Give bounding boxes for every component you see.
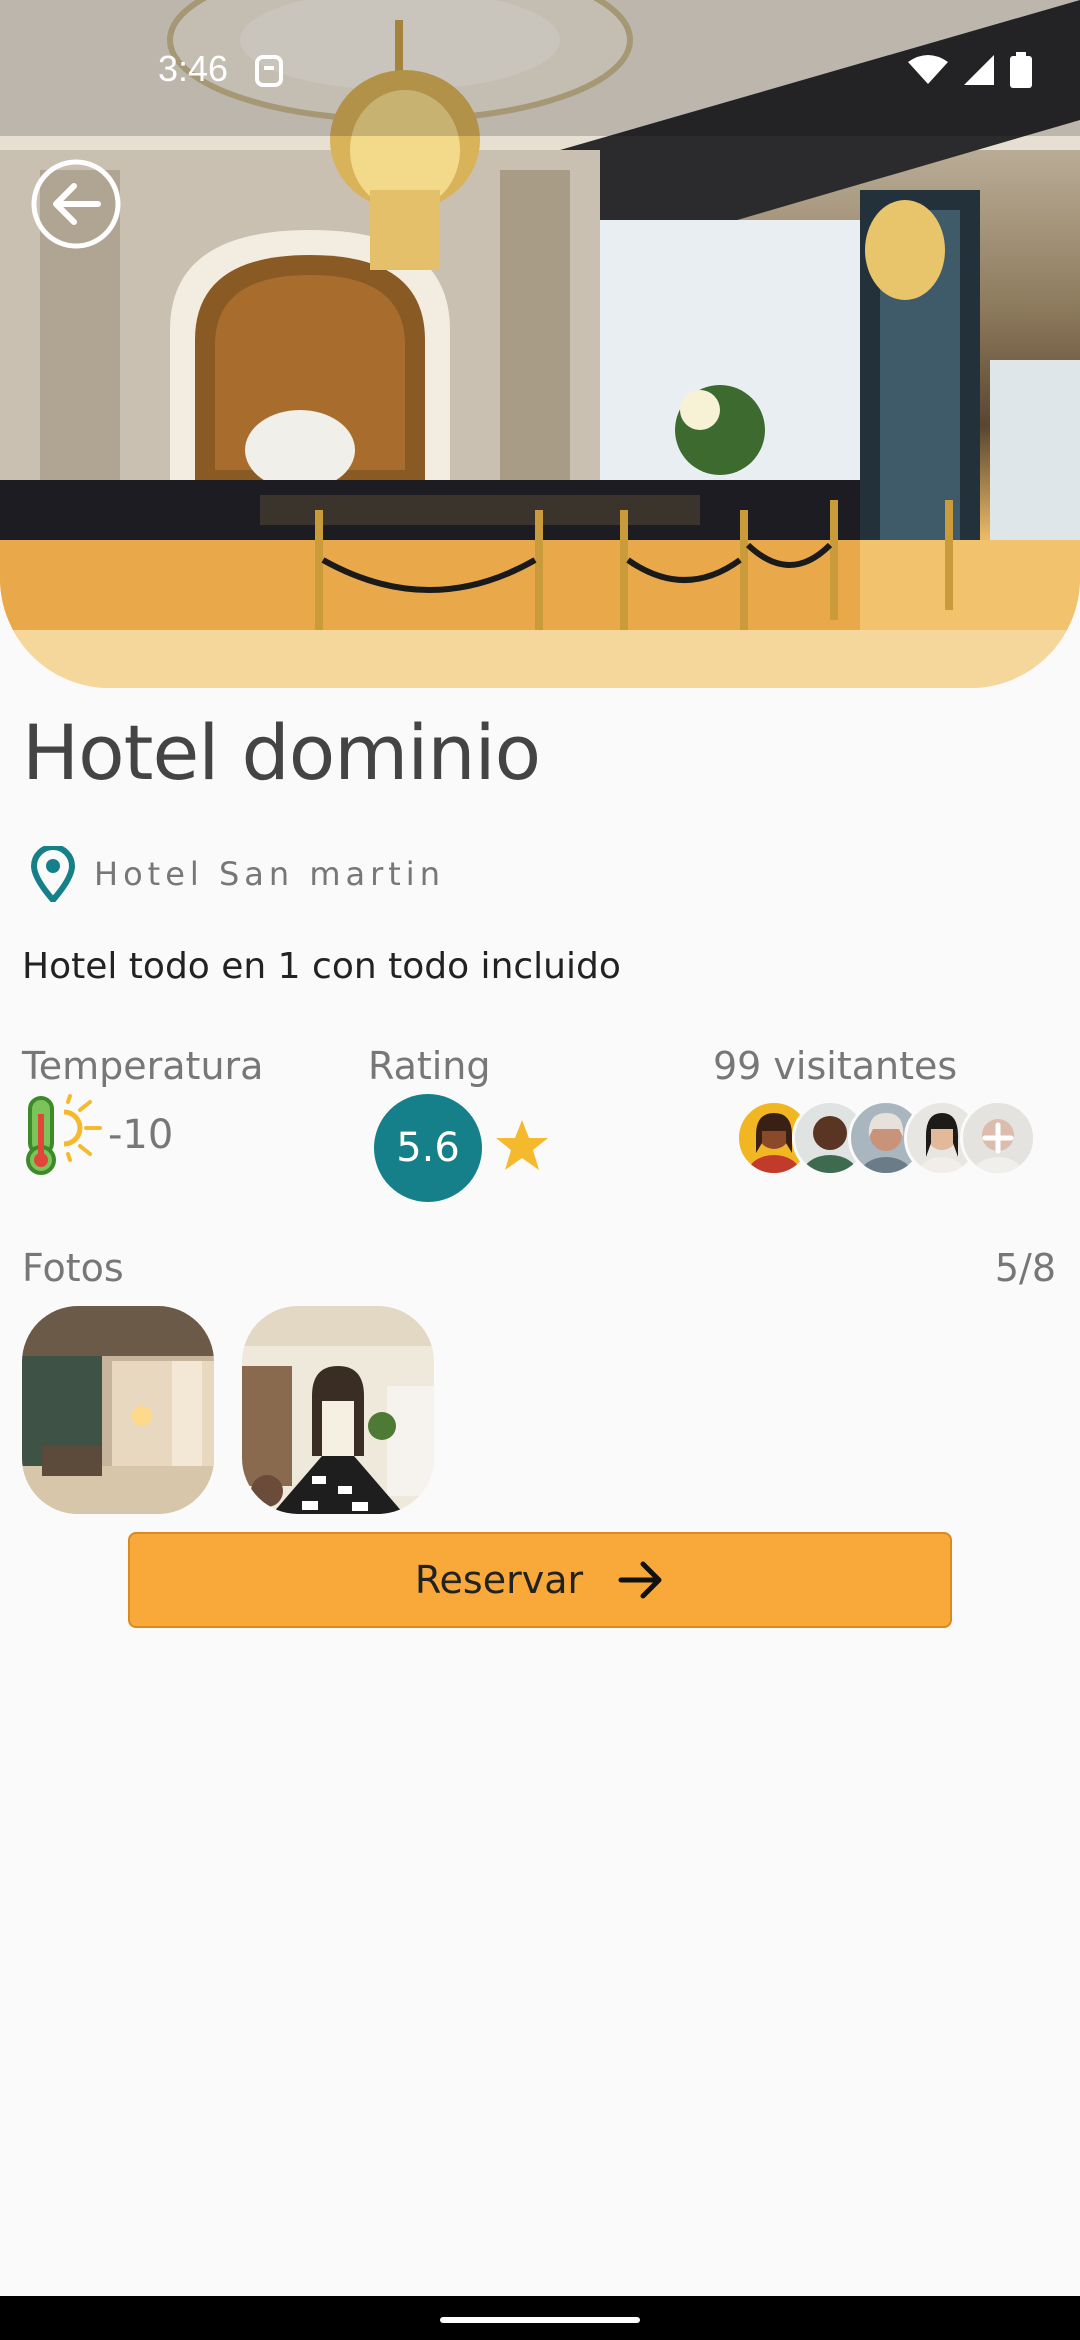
status-bar: 3:46 bbox=[0, 0, 1080, 140]
location-row: Hotel San martin bbox=[30, 846, 445, 902]
location-label: Hotel San martin bbox=[94, 855, 445, 893]
visitors-label: 99 visitantes bbox=[713, 1044, 958, 1088]
photos-label: Fotos bbox=[22, 1246, 124, 1290]
wifi-icon bbox=[908, 55, 948, 84]
rating-badge: 5.6 bbox=[374, 1094, 482, 1202]
visitor-avatars[interactable] bbox=[736, 1100, 1036, 1176]
temperature-value: -10 bbox=[108, 1112, 174, 1158]
battery-icon bbox=[1010, 52, 1032, 88]
rating-label: Rating bbox=[368, 1044, 491, 1088]
thermometer-sun-icon bbox=[26, 1094, 102, 1175]
reserve-label: Reservar bbox=[414, 1558, 584, 1602]
hotel-description: Hotel todo en 1 con todo incluido bbox=[22, 946, 621, 987]
back-button[interactable] bbox=[30, 158, 122, 250]
hotel-title: Hotel dominio bbox=[22, 708, 541, 797]
temperature-label: Temperatura bbox=[22, 1044, 264, 1088]
status-time: 3:46 bbox=[158, 48, 229, 89]
map-pin-icon bbox=[30, 846, 76, 902]
home-gesture-handle[interactable] bbox=[440, 2317, 640, 2323]
photos-count: 5/8 bbox=[994, 1246, 1056, 1290]
notification-icon bbox=[255, 55, 283, 87]
photo-thumbnail-2[interactable] bbox=[242, 1306, 434, 1514]
add-visitor-avatar[interactable] bbox=[960, 1100, 1036, 1176]
star-icon bbox=[496, 1120, 548, 1170]
arrow-right-icon bbox=[618, 1561, 662, 1599]
photo-thumbnail-1[interactable] bbox=[22, 1306, 214, 1514]
signal-icon bbox=[964, 55, 994, 85]
reserve-button[interactable]: Reservar bbox=[128, 1532, 952, 1628]
status-right-icons bbox=[908, 52, 1032, 88]
